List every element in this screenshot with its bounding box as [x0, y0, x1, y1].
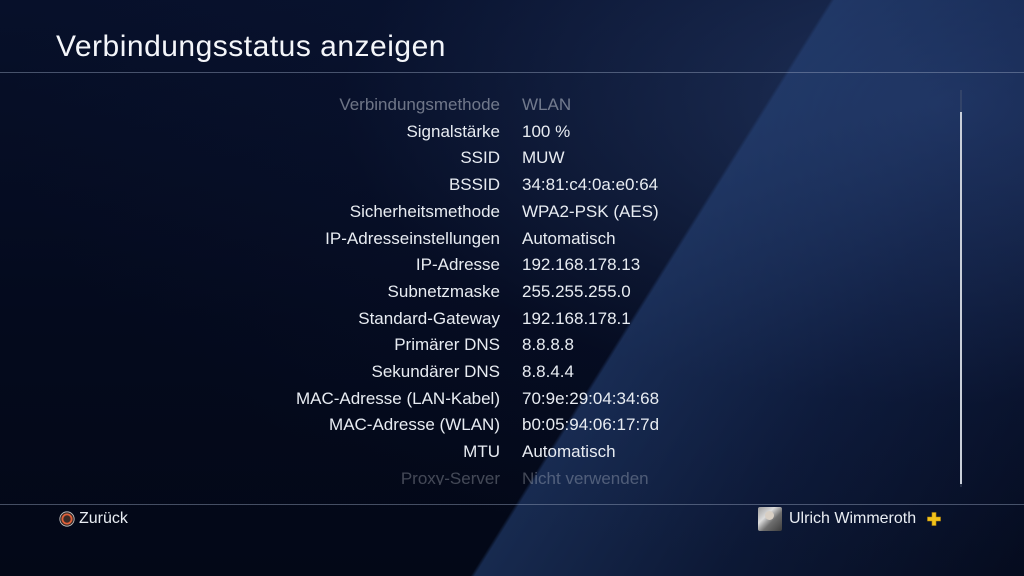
status-row-mac-wlan: MAC-Adresse (WLAN) b0:05:94:06:17:7d	[0, 412, 960, 438]
status-row-connection-method: Verbindungsmethode WLAN	[0, 92, 960, 118]
row-value: b0:05:94:06:17:7d	[522, 415, 660, 435]
row-label: Signalstärke	[406, 121, 500, 141]
footer-divider	[0, 504, 1024, 505]
status-list[interactable]: Verbindungsmethode WLAN Signalstärke 100…	[0, 90, 960, 485]
row-value: Nicht verwenden	[522, 468, 649, 485]
row-label: BSSID	[448, 175, 500, 195]
status-row-subnet-mask: Subnetzmaske 255.255.255.0	[0, 279, 960, 305]
back-label: Zurück	[79, 510, 128, 527]
status-row-mtu: MTU Automatisch	[0, 439, 960, 465]
row-label: Sekundärer DNS	[371, 362, 500, 381]
row-label: Subnetzmaske	[387, 281, 500, 301]
status-row-mac-lan: MAC-Adresse (LAN-Kabel) 70:9e:29:04:34:6…	[0, 386, 960, 412]
row-value: WLAN	[522, 95, 572, 114]
row-label: Verbindungsmethode	[339, 95, 500, 114]
row-value: 192.168.178.1	[522, 308, 631, 328]
status-row-security-method: Sicherheitsmethode WPA2-PSK (AES)	[0, 199, 960, 225]
status-row-primary-dns: Primärer DNS 8.8.8.8	[0, 332, 960, 358]
row-label: Sicherheitsmethode	[349, 201, 500, 221]
row-value: 8.8.8.8	[522, 335, 574, 355]
row-label: Primärer DNS	[394, 335, 500, 355]
row-value: 100 %	[522, 121, 571, 141]
page-title: Verbindungsstatus anzeigen	[56, 30, 446, 63]
row-value: 70:9e:29:04:34:68	[522, 388, 660, 408]
status-row-ip-address: IP-Adresse 192.168.178.13	[0, 252, 960, 278]
playstation-plus-icon	[927, 512, 941, 526]
row-label: Proxy-Server	[400, 468, 500, 485]
row-label: Standard-Gateway	[358, 308, 500, 328]
status-row-default-gateway: Standard-Gateway 192.168.178.1	[0, 306, 960, 332]
status-row-ip-settings: IP-Adresseinstellungen Automatisch	[0, 226, 960, 252]
scrollbar-thumb[interactable]	[960, 112, 962, 484]
scrollbar[interactable]	[960, 90, 962, 487]
circle-button-icon	[59, 511, 75, 527]
status-row-ssid: SSID MUW	[0, 145, 960, 171]
row-value: Automatisch	[522, 228, 616, 248]
status-row-bssid: BSSID 34:81:c4:0a:e0:64	[0, 172, 960, 198]
header-divider	[0, 72, 1024, 73]
row-label: IP-Adresse	[415, 255, 500, 275]
row-value: Automatisch	[522, 442, 616, 462]
row-label: MAC-Adresse (WLAN)	[329, 415, 500, 435]
row-value: 192.168.178.13	[522, 255, 641, 275]
status-row-signal-strength: Signalstärke 100 %	[0, 119, 960, 145]
row-label: MAC-Adresse (LAN-Kabel)	[295, 388, 500, 408]
row-value: 34:81:c4:0a:e0:64	[522, 175, 659, 195]
row-value: MUW	[522, 148, 565, 168]
row-label: SSID	[460, 148, 500, 168]
row-label: IP-Adresseinstellungen	[325, 228, 500, 248]
row-value: 255.255.255.0	[522, 281, 631, 301]
row-label: MTU	[463, 442, 500, 462]
status-row-proxy-server: Proxy-Server Nicht verwenden	[0, 466, 960, 485]
back-button[interactable]: Zurück	[59, 509, 128, 529]
user-name: Ulrich Wimmeroth	[789, 510, 917, 527]
row-value: 8.8.4.4	[522, 362, 574, 381]
row-value: WPA2-PSK (AES)	[522, 201, 659, 221]
user-profile: Ulrich Wimmeroth	[758, 507, 941, 531]
avatar	[758, 507, 782, 531]
status-row-secondary-dns: Sekundärer DNS 8.8.4.4	[0, 359, 960, 385]
